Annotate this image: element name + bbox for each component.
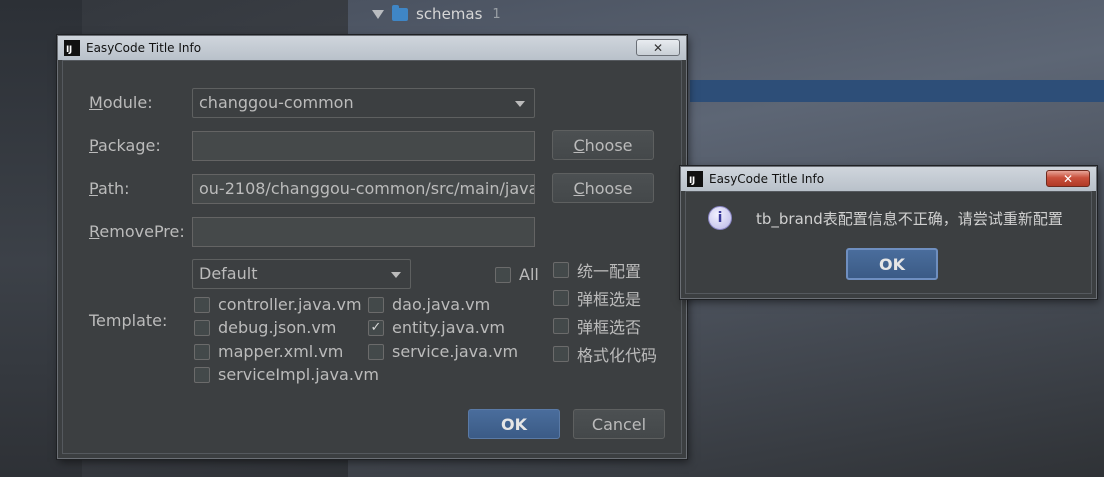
- intellij-logo-icon: IJ: [64, 40, 80, 56]
- template-checkbox-debug[interactable]: debug.json.vm: [194, 318, 336, 337]
- error-message: tb_brand表配置信息不正确，请尝试重新配置: [756, 210, 1063, 228]
- package-choose-button[interactable]: Choose: [552, 130, 654, 160]
- template-checkbox-mapper[interactable]: mapper.xml.vm: [194, 342, 343, 361]
- option-format-code[interactable]: 格式化代码: [553, 342, 657, 366]
- intellij-logo-icon: IJ: [687, 171, 703, 187]
- template-checkbox-service[interactable]: service.java.vm: [368, 342, 518, 361]
- all-label: All: [519, 265, 539, 284]
- message-ok-button[interactable]: OK: [846, 248, 938, 280]
- template-checkbox-label: mapper.xml.vm: [218, 342, 344, 361]
- template-checkbox-label: dao.java.vm: [392, 295, 491, 314]
- tree-item-count: 1: [492, 6, 501, 22]
- checkbox-box[interactable]: [368, 296, 384, 313]
- checkbox-box[interactable]: [553, 318, 569, 334]
- close-button[interactable]: ✕: [636, 39, 680, 56]
- module-select[interactable]: changgou-common: [192, 88, 535, 118]
- path-choose-button[interactable]: Choose: [552, 173, 654, 203]
- close-icon: ✕: [652, 40, 664, 55]
- checkbox-box[interactable]: [194, 366, 210, 383]
- folder-icon: [392, 4, 408, 21]
- message-close-button[interactable]: ✕: [1046, 170, 1090, 187]
- chevron-down-icon: [391, 272, 401, 278]
- checkbox-box[interactable]: [553, 290, 569, 306]
- checkbox-box[interactable]: [495, 266, 511, 283]
- template-checkbox-controller[interactable]: controller.java.vm: [194, 295, 362, 314]
- message-dialog: IJ EasyCode Title Info ✕ i tb_brand表配置信息…: [680, 166, 1097, 299]
- dialog-body: Module: changgou-common Package: Choose …: [62, 60, 682, 454]
- ok-button[interactable]: OK: [468, 409, 560, 439]
- cancel-button[interactable]: Cancel: [573, 409, 665, 439]
- module-value: changgou-common: [199, 93, 354, 112]
- template-checkbox-label: controller.java.vm: [218, 295, 362, 314]
- message-titlebar[interactable]: IJ EasyCode Title Info ✕: [681, 167, 1096, 191]
- template-checkbox-dao[interactable]: dao.java.vm: [368, 295, 490, 314]
- path-label: Path:: [89, 179, 130, 198]
- template-checkbox-label: debug.json.vm: [218, 318, 337, 337]
- template-checkbox-entity[interactable]: ✓ entity.java.vm: [368, 318, 505, 337]
- info-icon: i: [708, 206, 732, 230]
- template-checkbox-label: service.java.vm: [392, 342, 519, 361]
- checkbox-box[interactable]: [553, 346, 569, 362]
- template-checkbox-label: entity.java.vm: [392, 318, 505, 337]
- option-popup-yes[interactable]: 弹框选是: [553, 286, 641, 310]
- checkbox-box[interactable]: [553, 262, 569, 278]
- checkbox-box[interactable]: [194, 296, 210, 313]
- check-icon: ✓: [370, 320, 382, 335]
- option-unified-config[interactable]: 统一配置: [553, 258, 641, 282]
- ide-selection-bar: [690, 80, 1104, 102]
- package-label: Package:: [89, 136, 161, 155]
- checkbox-box[interactable]: [194, 343, 210, 360]
- all-checkbox[interactable]: All: [495, 265, 539, 284]
- option-label: 弹框选是: [577, 290, 642, 309]
- template-group-select[interactable]: Default: [192, 259, 411, 289]
- message-title: EasyCode Title Info: [709, 172, 825, 186]
- expand-arrow-icon[interactable]: [372, 9, 384, 19]
- option-label: 统一配置: [577, 262, 642, 281]
- option-label: 格式化代码: [577, 346, 658, 365]
- template-label: Template:: [89, 311, 168, 330]
- close-icon: ✕: [1062, 171, 1074, 186]
- option-popup-no[interactable]: 弹框选否: [553, 314, 641, 338]
- removepre-label: RemovePre:: [89, 222, 185, 241]
- message-body: i tb_brand表配置信息不正确，请尝试重新配置 OK: [685, 191, 1092, 294]
- chevron-down-icon: [515, 101, 525, 107]
- removepre-input[interactable]: [192, 217, 535, 247]
- template-checkbox-serviceimpl[interactable]: serviceImpl.java.vm: [194, 365, 379, 384]
- option-label: 弹框选否: [577, 318, 642, 337]
- dialog-titlebar[interactable]: IJ EasyCode Title Info ✕: [58, 36, 686, 60]
- checkbox-box-checked[interactable]: ✓: [368, 319, 384, 336]
- dialog-title: EasyCode Title Info: [86, 41, 202, 55]
- template-checkbox-label: serviceImpl.java.vm: [218, 365, 379, 384]
- tree-item-schemas[interactable]: schemas 1: [372, 2, 501, 26]
- module-label: Module:: [89, 93, 153, 112]
- checkbox-box[interactable]: [368, 343, 384, 360]
- package-input[interactable]: [192, 131, 535, 161]
- template-group-value: Default: [199, 264, 258, 283]
- easycode-dialog: IJ EasyCode Title Info ✕ Module: changgo…: [57, 35, 687, 459]
- path-input[interactable]: ou-2108/changgou-common/src/main/java: [192, 174, 535, 204]
- tree-item-label: schemas: [416, 5, 483, 23]
- checkbox-box[interactable]: [194, 319, 210, 336]
